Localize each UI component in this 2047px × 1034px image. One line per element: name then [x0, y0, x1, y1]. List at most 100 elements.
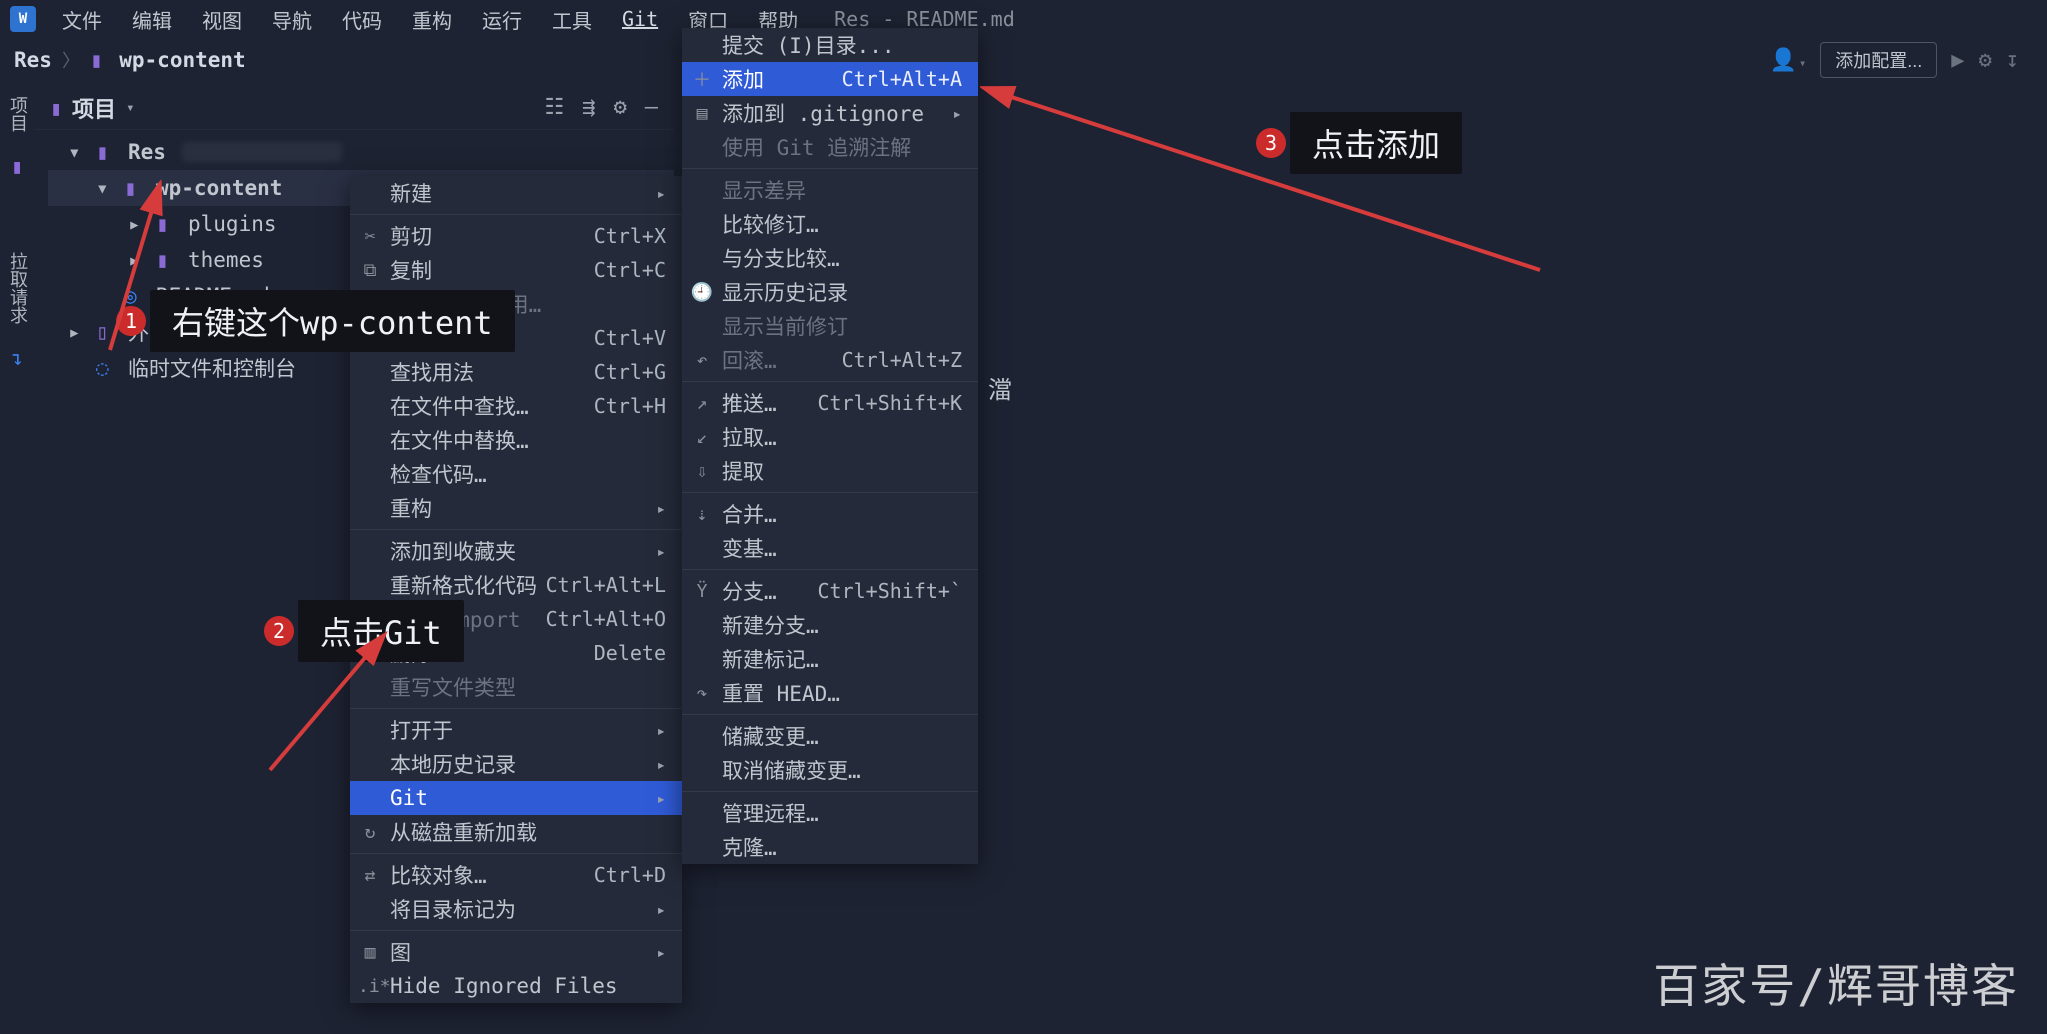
- menu-item--[interactable]: 在文件中替换…: [350, 423, 682, 457]
- project-folder-icon[interactable]: ▮: [11, 154, 23, 178]
- breadcrumb-seg-0[interactable]: ▮ wp-content: [90, 48, 246, 72]
- menu-item--git-: 使用 Git 追溯注解: [682, 130, 978, 164]
- menu-item-label: 重置 HEAD…: [722, 678, 840, 708]
- menu-item-label: 合并…: [722, 499, 777, 529]
- menu-item-label: 剪切: [390, 221, 432, 251]
- twisty-icon[interactable]: ▸: [128, 212, 148, 236]
- twisty-icon[interactable]: ▾: [68, 140, 88, 164]
- menu-item--[interactable]: ↗推送…Ctrl+Shift+K: [682, 386, 978, 420]
- strip-project-tab[interactable]: 项目: [4, 96, 30, 132]
- menu-item--[interactable]: ⧉复制Ctrl+C: [350, 253, 682, 287]
- navbar-right: 👤▾ 添加配置... ▶ ⚙ ↧: [1770, 42, 2033, 78]
- menu-item--[interactable]: 打开于▸: [350, 713, 682, 747]
- menu-item--[interactable]: 克隆…: [682, 830, 978, 864]
- menu-导航[interactable]: 导航: [260, 1, 324, 38]
- menu-item-label: 显示历史记录: [722, 277, 848, 307]
- menu-item--[interactable]: ⇄比较对象…Ctrl+D: [350, 858, 682, 892]
- menu-item-label: 图: [390, 937, 411, 967]
- menu-item-git[interactable]: Git▸: [350, 781, 682, 815]
- twisty-icon[interactable]: ▸: [68, 320, 88, 344]
- menu-item-label: 从磁盘重新加载: [390, 817, 537, 847]
- menu-item-icon: ↷: [690, 683, 714, 704]
- menu-item--[interactable]: ✂剪切Ctrl+X: [350, 219, 682, 253]
- select-file-icon[interactable]: ☷: [545, 95, 565, 120]
- settings-gear-icon[interactable]: ⚙: [1979, 48, 1992, 73]
- menu-item--[interactable]: 检查代码…: [350, 457, 682, 491]
- pull-requests-icon[interactable]: ↴: [11, 346, 23, 370]
- menu-编辑[interactable]: 编辑: [120, 1, 184, 38]
- menu-item--[interactable]: 🕘显示历史记录: [682, 275, 978, 309]
- menu-item--[interactable]: ↻ 从磁盘重新加载: [350, 815, 682, 849]
- menu-git[interactable]: Git: [610, 3, 670, 35]
- menu-item-icon: ↻: [358, 822, 382, 843]
- menu-item--[interactable]: ▥图▸: [350, 935, 682, 969]
- chevron-down-icon[interactable]: ▾: [126, 100, 134, 116]
- breadcrumb: Res 〉 ▮ wp-content: [14, 47, 246, 73]
- menu-视图[interactable]: 视图: [190, 1, 254, 38]
- menu-item--[interactable]: 与分支比较…: [682, 241, 978, 275]
- menu-item-icon: ⇄: [358, 865, 382, 886]
- menu-item--[interactable]: 重构▸: [350, 491, 682, 525]
- settings-gear-icon[interactable]: ⚙: [614, 95, 627, 120]
- menu-item-label: 提交 (I)目录...: [722, 30, 895, 60]
- twisty-icon[interactable]: ▾: [96, 176, 116, 200]
- context-menu-git-submenu: 提交 (I)目录...＋添加Ctrl+Alt+A▤添加到 .gitignore▸…: [682, 28, 978, 864]
- menu-item--[interactable]: 在文件中查找…Ctrl+H: [350, 389, 682, 423]
- menu-item--[interactable]: Ÿ分支…Ctrl+Shift+`: [682, 574, 978, 608]
- menu-item--head-[interactable]: ↷ 重置 HEAD…: [682, 676, 978, 710]
- minimize-icon[interactable]: —: [645, 95, 658, 120]
- menu-item--[interactable]: 储藏变更…: [682, 719, 978, 753]
- run-icon[interactable]: ▶: [1951, 48, 1964, 73]
- project-panel-title[interactable]: 项目: [72, 92, 116, 124]
- user-menu[interactable]: 👤▾: [1770, 48, 1807, 73]
- menu-item--[interactable]: 变基…: [682, 531, 978, 565]
- menu-item-shortcut: Ctrl+Shift+K: [818, 391, 963, 415]
- menu-item--[interactable]: 重新格式化代码Ctrl+Alt+L: [350, 568, 682, 602]
- pull-icon[interactable]: ↧: [2006, 48, 2019, 73]
- chevron-right-icon: ▸: [656, 542, 666, 561]
- menu-item--[interactable]: 新建标记…: [682, 642, 978, 676]
- twisty-icon[interactable]: ▸: [128, 248, 148, 272]
- menu-item--i-[interactable]: 提交 (I)目录...: [682, 28, 978, 62]
- callout-text: 右键这个wp-content: [172, 304, 493, 342]
- menu-item--[interactable]: 查找用法Ctrl+G: [350, 355, 682, 389]
- menu-item-shortcut: Ctrl+X: [594, 224, 666, 248]
- menu-item--[interactable]: 添加到收藏夹▸: [350, 534, 682, 568]
- menu-item-icon: ⇩: [690, 461, 714, 482]
- menu-item--[interactable]: 管理远程…: [682, 796, 978, 830]
- menu-item--gitignore[interactable]: ▤添加到 .gitignore▸: [682, 96, 978, 130]
- watermark: 百家号/辉哥博客: [1653, 950, 2019, 1016]
- folder-icon: ▮: [156, 248, 180, 272]
- menu-item-label: 新建分支…: [722, 610, 819, 640]
- menu-运行[interactable]: 运行: [470, 1, 534, 38]
- menu-item--[interactable]: ⇣合并…: [682, 497, 978, 531]
- strip-pull-requests-tab[interactable]: 拉取请求: [4, 252, 30, 324]
- menu-item--[interactable]: ⇩提取: [682, 454, 978, 488]
- locate-icon[interactable]: ⇶: [582, 95, 595, 120]
- menu-item--[interactable]: 新建▸: [350, 176, 682, 210]
- menu-重构[interactable]: 重构: [400, 1, 464, 38]
- menu-item-shortcut: Ctrl+Alt+O: [546, 607, 666, 631]
- menu-item-shortcut: Ctrl+Alt+A: [842, 67, 962, 91]
- tree-node-label: 临时文件和控制台: [128, 353, 296, 383]
- tree-node-res[interactable]: ▾▮Res: [48, 134, 674, 170]
- menu-item-label: 重写文件类型: [390, 672, 516, 702]
- menu-文件[interactable]: 文件: [50, 1, 114, 38]
- callout-badge: 2: [264, 616, 294, 646]
- menu-item--[interactable]: 本地历史记录▸: [350, 747, 682, 781]
- menu-item--[interactable]: ＋添加Ctrl+Alt+A: [682, 62, 978, 96]
- menu-item--[interactable]: ↙拉取…: [682, 420, 978, 454]
- menu-工具[interactable]: 工具: [540, 1, 604, 38]
- menu-item--[interactable]: 新建分支…: [682, 608, 978, 642]
- menu-item--[interactable]: 取消储藏变更…: [682, 753, 978, 787]
- menu-item-label: 管理远程…: [722, 798, 819, 828]
- add-run-config-button[interactable]: 添加配置...: [1820, 42, 1937, 78]
- menu-代码[interactable]: 代码: [330, 1, 394, 38]
- menu-item--[interactable]: 比较修订…: [682, 207, 978, 241]
- menu-item-hide-ignored-files[interactable]: .i*Hide Ignored Files: [350, 969, 682, 1003]
- menu-item-label: 将目录标记为: [390, 894, 516, 924]
- menu-item-shortcut: Ctrl+H: [594, 394, 666, 418]
- menu-item--[interactable]: 将目录标记为▸: [350, 892, 682, 926]
- stray-glyph: 澢: [988, 370, 1012, 405]
- breadcrumb-root[interactable]: Res: [14, 48, 52, 72]
